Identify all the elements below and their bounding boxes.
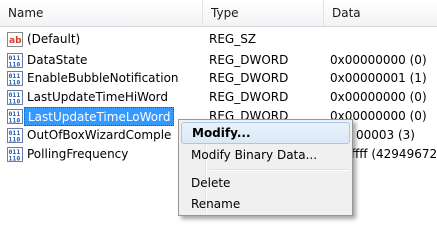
menu-separator: [209, 169, 348, 171]
registry-value-row[interactable]: 011 110 DataState REG_DWORD 0x00000000 (…: [0, 51, 437, 70]
value-name: DataState: [27, 53, 88, 67]
value-name: EnableBubbleNotification: [27, 71, 179, 85]
column-header-name[interactable]: Name: [0, 0, 203, 26]
binary-value-icon: 011 110: [7, 147, 23, 162]
binary-value-icon: 011 110: [7, 109, 23, 124]
value-type: REG_DWORD: [209, 53, 289, 67]
binary-value-icon: 011 110: [7, 90, 23, 105]
value-type: REG_SZ: [209, 32, 257, 46]
svg-text:110: 110: [9, 79, 21, 87]
svg-text:110: 110: [9, 155, 21, 163]
value-name: LastUpdateTimeLoWord: [24, 107, 175, 126]
menu-item-modify-binary-data[interactable]: Modify Binary Data...: [181, 144, 350, 166]
value-type: REG_DWORD: [209, 90, 289, 104]
menu-item-modify[interactable]: Modify...: [181, 122, 350, 144]
value-data: 0x00000001 (1): [330, 71, 427, 85]
svg-text:110: 110: [9, 61, 21, 69]
value-data: 0x00000000 (0): [330, 53, 427, 67]
value-name: PollingFrequency: [27, 147, 129, 161]
value-type: REG_DWORD: [209, 71, 289, 85]
context-menu: Modify... Modify Binary Data... Delete R…: [178, 119, 353, 216]
menu-item-rename[interactable]: Rename: [181, 193, 350, 215]
value-data: ffff (4294967295: [351, 147, 437, 161]
svg-text:110: 110: [9, 136, 21, 144]
string-value-icon: ab: [7, 32, 23, 47]
svg-text:110: 110: [9, 98, 21, 106]
column-header-type[interactable]: Type: [203, 0, 324, 26]
binary-value-icon: 011 110: [7, 128, 23, 143]
svg-text:ab: ab: [9, 36, 22, 46]
value-data: [330, 30, 437, 49]
registry-value-row[interactable]: 011 110 EnableBubbleNotification REG_DWO…: [0, 69, 437, 88]
value-data: 00003 (3): [356, 128, 415, 142]
value-name: (Default): [27, 32, 81, 46]
registry-value-row[interactable]: ab (Default) REG_SZ: [0, 30, 437, 49]
column-header: Name Type Data: [0, 0, 437, 27]
menu-item-delete[interactable]: Delete: [181, 172, 350, 194]
value-data: 0x00000000 (0): [330, 90, 427, 104]
column-header-data[interactable]: Data: [324, 0, 437, 26]
binary-value-icon: 011 110: [7, 53, 23, 68]
svg-text:110: 110: [9, 117, 21, 125]
value-name: LastUpdateTimeHiWord: [27, 90, 169, 104]
registry-value-row[interactable]: 011 110 LastUpdateTimeHiWord REG_DWORD 0…: [0, 88, 437, 107]
value-name: OutOfBoxWizardComple: [27, 128, 172, 142]
binary-value-icon: 011 110: [7, 71, 23, 86]
